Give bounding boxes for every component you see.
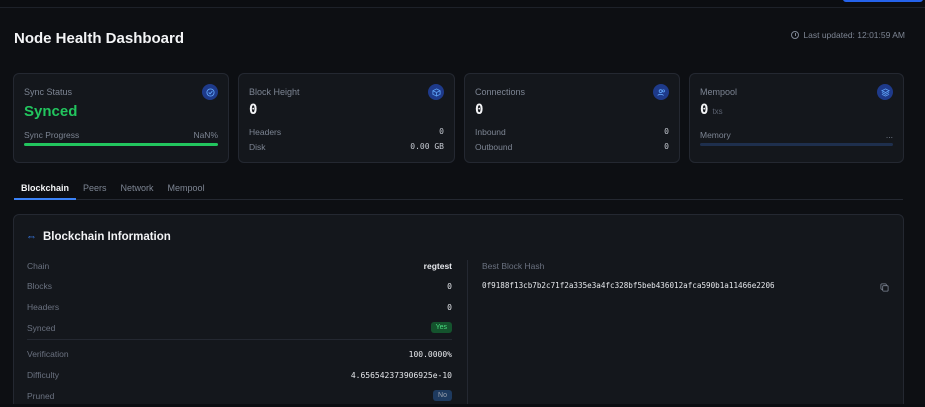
outbound-value: 0	[664, 142, 669, 151]
copy-icon[interactable]	[880, 283, 889, 292]
card-label: Sync Status	[24, 87, 73, 97]
mempool-value: 0 txs	[700, 102, 723, 118]
difficulty-value: 4.656542373906925e-10	[350, 370, 452, 380]
info-label: Chain	[27, 261, 50, 271]
inbound-label: Inbound	[475, 127, 506, 137]
tab-bar: Blockchain Peers Network Mempool	[14, 180, 903, 200]
info-label: Verification	[27, 349, 69, 359]
inbound-value: 0	[664, 127, 669, 136]
memory-row: Memory ...	[700, 130, 893, 140]
memory-bar	[700, 143, 893, 146]
info-label: Difficulty	[27, 370, 59, 380]
mempool-unit: txs	[712, 107, 723, 116]
outbound-row: Outbound 0	[475, 142, 669, 152]
info-label: Synced	[27, 322, 56, 333]
sync-progress-row: Sync Progress NaN%	[24, 130, 218, 140]
sync-progress-label: Sync Progress	[24, 130, 80, 140]
card-label: Block Height	[249, 87, 300, 97]
top-bar	[0, 0, 925, 8]
hash-label: Best Block Hash	[482, 261, 545, 271]
headers-info-value: 0	[447, 302, 452, 312]
info-label: Pruned	[27, 390, 55, 401]
headers-label: Headers	[249, 127, 282, 137]
headers-row: Headers 0	[249, 127, 444, 137]
blocks-value: 0	[447, 281, 452, 291]
mempool-count: 0	[700, 102, 709, 118]
panel-title-text: Blockchain Information	[43, 231, 171, 243]
memory-value: ...	[885, 130, 893, 140]
memory-label: Memory	[700, 130, 731, 140]
blocks-row: Blocks 0	[27, 281, 452, 291]
top-action-button[interactable]	[843, 0, 923, 2]
blockchain-info-panel: ⇔ Blockchain Information Chain regtest B…	[13, 214, 904, 407]
tab-mempool[interactable]: Mempool	[161, 180, 212, 200]
headers-info-row: Headers 0	[27, 302, 452, 312]
pruned-badge: No	[433, 390, 452, 401]
disk-value: 0.00 GB	[410, 142, 444, 151]
verification-row: Verification 100.0000%	[27, 349, 452, 359]
tab-network[interactable]: Network	[114, 180, 161, 200]
check-circle-icon	[202, 84, 218, 100]
difficulty-row: Difficulty 4.656542373906925e-10	[27, 370, 452, 380]
block-height-value: 0	[249, 102, 258, 118]
sync-status-value: Synced	[24, 103, 78, 120]
pruned-row: Pruned No	[27, 390, 452, 401]
connections-value: 0	[475, 102, 484, 118]
clock-icon	[791, 31, 800, 39]
tab-blockchain[interactable]: Blockchain	[14, 180, 77, 200]
inbound-row: Inbound 0	[475, 127, 669, 137]
users-icon	[653, 84, 669, 100]
sync-progress-value: NaN%	[193, 130, 218, 140]
page-title: Node Health Dashboard	[14, 30, 185, 47]
best-block-hash: 0f9188f13cb7b2c71f2a335e3a4fc328bf5beb43…	[482, 281, 775, 290]
chain-value: regtest	[423, 261, 452, 271]
disk-label: Disk	[249, 142, 266, 152]
card-label: Connections	[475, 87, 526, 97]
info-label: Headers	[27, 302, 60, 312]
panel-title: ⇔ Blockchain Information	[26, 231, 171, 243]
mempool-card: Mempool 0 txs Memory ...	[689, 73, 904, 163]
connections-card: Connections 0 Inbound 0 Outbound 0	[464, 73, 680, 163]
cube-icon	[428, 84, 444, 100]
last-updated-text: Last updated: 12:01:59 AM	[803, 30, 905, 40]
info-label: Blocks	[27, 281, 53, 291]
last-updated: Last updated: 12:01:59 AM	[791, 30, 905, 40]
card-label: Mempool	[700, 87, 738, 97]
sync-status-card: Sync Status Synced Sync Progress NaN%	[13, 73, 229, 163]
synced-row: Synced Yes	[27, 322, 452, 333]
sync-progress-bar	[24, 143, 218, 146]
tab-peers[interactable]: Peers	[76, 180, 114, 200]
divider	[27, 339, 452, 340]
outbound-label: Outbound	[475, 142, 513, 152]
disk-row: Disk 0.00 GB	[249, 142, 444, 152]
block-height-card: Block Height 0 Headers 0 Disk 0.00 GB	[238, 73, 455, 163]
vertical-divider	[467, 260, 468, 407]
link-icon: ⇔	[26, 231, 37, 243]
verification-value: 100.0000%	[408, 349, 452, 359]
synced-badge: Yes	[430, 322, 452, 333]
headers-value: 0	[439, 127, 444, 136]
chain-row: Chain regtest	[27, 261, 452, 271]
layers-icon	[877, 84, 893, 100]
